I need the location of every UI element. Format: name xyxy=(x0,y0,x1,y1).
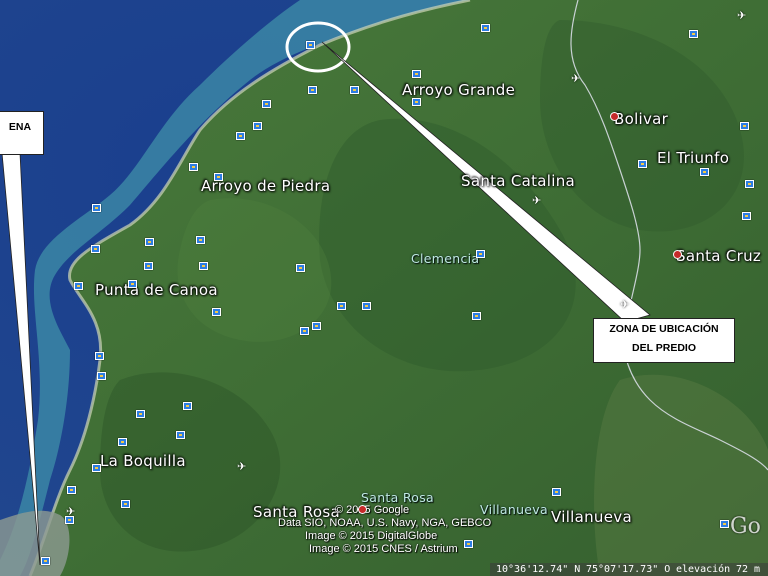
place-santa-catalina[interactable]: Santa Catalina xyxy=(461,172,575,190)
photo-icon[interactable] xyxy=(308,86,317,94)
photo-icon[interactable] xyxy=(183,402,192,410)
photo-icon[interactable] xyxy=(189,163,198,171)
place-villanueva-small[interactable]: Villanueva xyxy=(480,502,548,517)
airport-icon[interactable]: ✈ xyxy=(237,462,246,473)
zone-callout-box: ZONA DE UBICACIÓN DEL PREDIO xyxy=(593,318,735,363)
place-la-boquilla[interactable]: La Boquilla xyxy=(100,452,186,470)
photo-icon[interactable] xyxy=(199,262,208,270)
photo-icon[interactable] xyxy=(92,464,101,472)
airport-icon[interactable]: ✈ xyxy=(66,507,75,518)
left-callout-box: ENA xyxy=(0,111,44,155)
zone-callout-line2: DEL PREDIO xyxy=(632,342,696,354)
place-santa-rosa-small[interactable]: Santa Rosa xyxy=(361,490,434,505)
photo-icon[interactable] xyxy=(212,308,221,316)
copyright-line4: Image © 2015 CNES / Astrium xyxy=(309,543,458,555)
photo-icon[interactable] xyxy=(412,70,421,78)
photo-icon[interactable] xyxy=(464,540,473,548)
photo-icon[interactable] xyxy=(128,280,137,288)
photo-icon[interactable] xyxy=(74,282,83,290)
google-logo: Go xyxy=(730,514,761,539)
urban-area xyxy=(0,510,70,576)
place-punta-de-canoa[interactable]: Punta de Canoa xyxy=(95,281,218,299)
photo-icon[interactable] xyxy=(481,24,490,32)
place-pin-icon[interactable] xyxy=(358,505,367,514)
place-bolivar[interactable]: Bolivar xyxy=(614,110,668,128)
zone-callout-line1: ZONA DE UBICACIÓN xyxy=(609,323,719,335)
place-el-triunfo[interactable]: El Triunfo xyxy=(657,149,729,167)
photo-icon[interactable] xyxy=(689,30,698,38)
photo-icon[interactable] xyxy=(412,98,421,106)
photo-icon[interactable] xyxy=(700,168,709,176)
photo-icon[interactable] xyxy=(476,250,485,258)
photo-icon[interactable] xyxy=(312,322,321,330)
place-arroyo-grande[interactable]: Arroyo Grande xyxy=(402,81,515,99)
photo-icon[interactable] xyxy=(262,100,271,108)
photo-icon[interactable] xyxy=(91,245,100,253)
photo-icon[interactable] xyxy=(300,327,309,335)
photo-icon[interactable] xyxy=(472,312,481,320)
airport-icon[interactable]: ✈ xyxy=(737,11,746,22)
longitude-readout: 75°07'17.73" O xyxy=(586,564,671,575)
copyright-line1: © 2015 Google xyxy=(335,504,410,516)
copyright-line3: Image © 2015 DigitalGlobe xyxy=(305,530,438,542)
photo-icon[interactable] xyxy=(337,302,346,310)
photo-icon[interactable] xyxy=(95,352,104,360)
photo-icon[interactable] xyxy=(720,520,729,528)
photo-icon[interactable] xyxy=(306,41,315,49)
photo-icon[interactable] xyxy=(121,500,130,508)
photo-icon[interactable] xyxy=(745,180,754,188)
elevation-value: 72 m xyxy=(736,564,761,575)
photo-icon[interactable] xyxy=(214,173,223,181)
place-pin-icon[interactable] xyxy=(610,112,619,121)
photo-icon[interactable] xyxy=(253,122,262,130)
left-callout-label: ENA xyxy=(8,121,32,133)
photo-icon[interactable] xyxy=(350,86,359,94)
photo-icon[interactable] xyxy=(296,264,305,272)
airport-icon[interactable]: ✈ xyxy=(571,74,580,85)
photo-icon[interactable] xyxy=(97,372,106,380)
photo-icon[interactable] xyxy=(67,486,76,494)
latitude-readout: 10°36'12.74" N xyxy=(496,564,581,575)
place-santa-cruz[interactable]: Santa Cruz xyxy=(676,247,761,265)
place-clemencia[interactable]: Clemencia xyxy=(411,251,479,266)
elevation-label: elevación xyxy=(676,564,731,575)
airport-icon[interactable]: ✈ xyxy=(620,300,629,311)
airport-icon[interactable]: ✈ xyxy=(532,196,541,207)
photo-icon[interactable] xyxy=(362,302,371,310)
place-pin-icon[interactable] xyxy=(673,250,682,259)
photo-icon[interactable] xyxy=(552,488,561,496)
photo-icon[interactable] xyxy=(41,557,50,565)
photo-icon[interactable] xyxy=(236,132,245,140)
photo-icon[interactable] xyxy=(144,262,153,270)
status-bar: 10°36'12.74" N 75°07'17.73" O elevación … xyxy=(490,563,768,576)
photo-icon[interactable] xyxy=(196,236,205,244)
photo-icon[interactable] xyxy=(740,122,749,130)
place-villanueva[interactable]: Villanueva xyxy=(551,508,632,526)
photo-icon[interactable] xyxy=(118,438,127,446)
copyright-line2: Data SIO, NOAA, U.S. Navy, NGA, GEBCO xyxy=(278,517,492,529)
photo-icon[interactable] xyxy=(145,238,154,246)
photo-icon[interactable] xyxy=(136,410,145,418)
photo-icon[interactable] xyxy=(742,212,751,220)
photo-icon[interactable] xyxy=(638,160,647,168)
photo-icon[interactable] xyxy=(92,204,101,212)
photo-icon[interactable] xyxy=(176,431,185,439)
